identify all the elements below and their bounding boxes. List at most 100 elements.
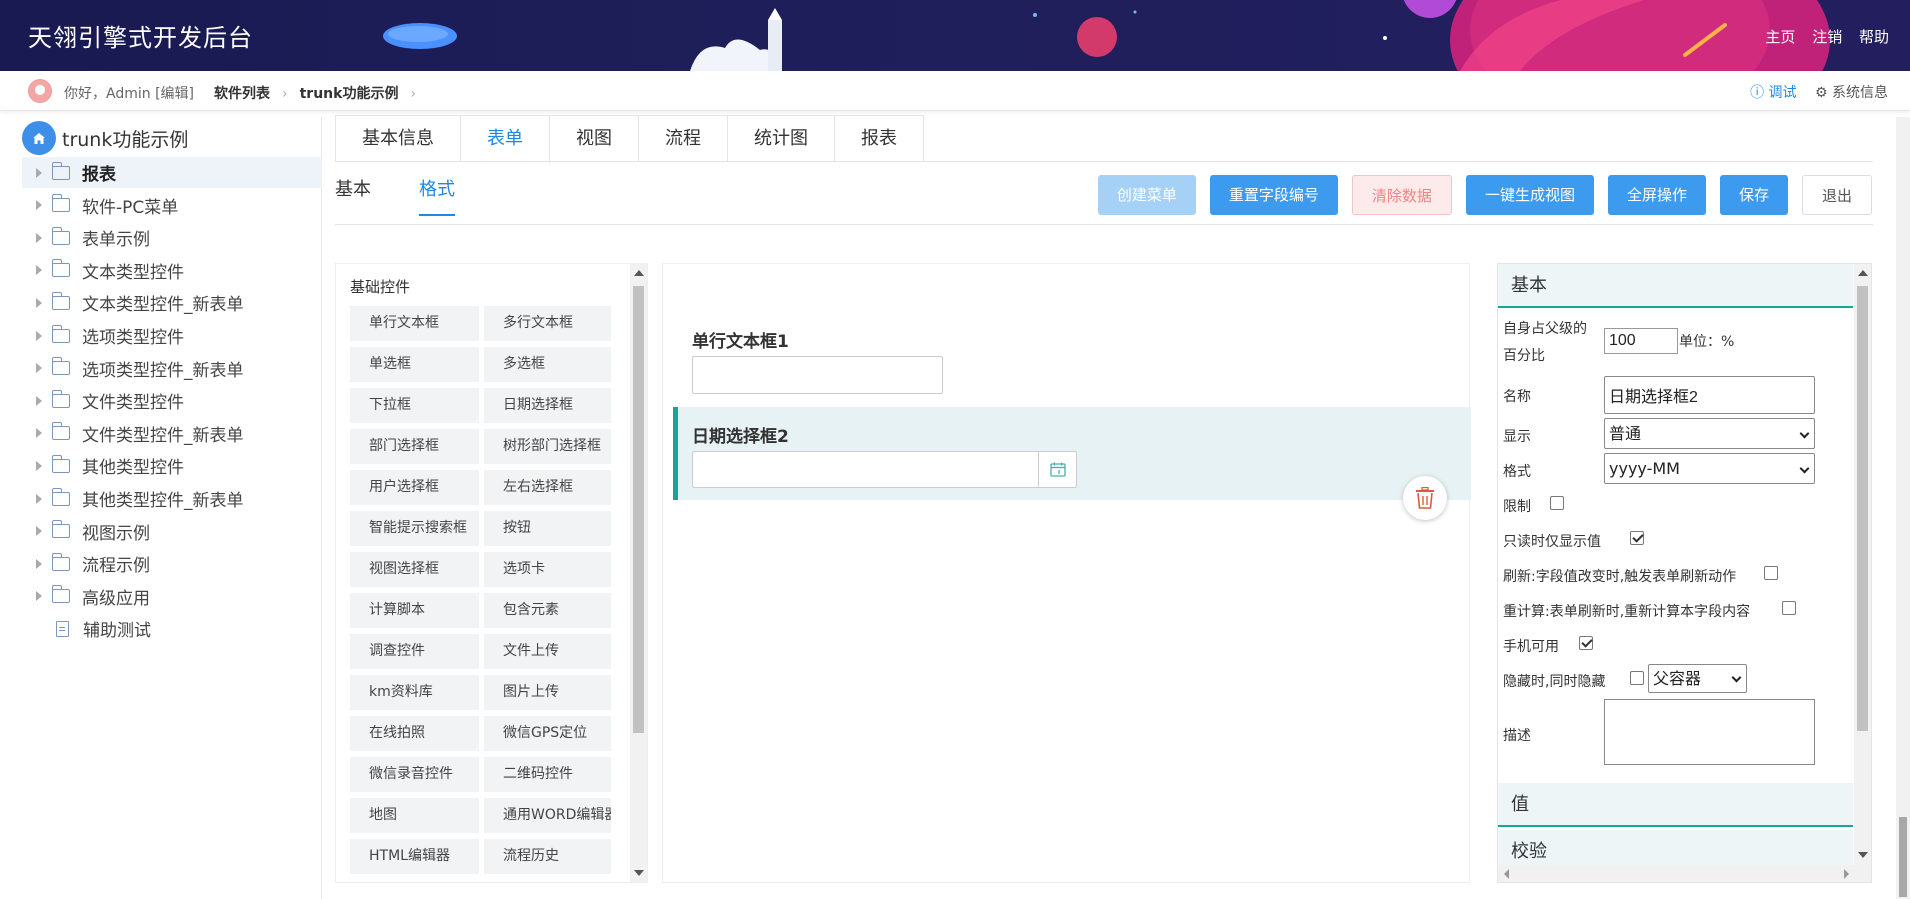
tree-item[interactable]: 流程示例 xyxy=(22,548,322,579)
expand-arrow-icon[interactable] xyxy=(36,493,42,504)
palette-item[interactable]: 视图选择框 xyxy=(350,552,479,587)
tree-item[interactable]: 选项类型控件 xyxy=(22,320,322,351)
readonly-checkbox[interactable] xyxy=(1630,531,1644,545)
subtab-format[interactable]: 格式 xyxy=(419,175,455,216)
palette-item[interactable]: 文件上传 xyxy=(484,634,611,669)
palette-item[interactable]: 微信GPS定位 xyxy=(484,716,611,751)
palette-item[interactable]: 树形部门选择框 xyxy=(484,429,611,464)
home-link[interactable]: 主页 xyxy=(1765,28,1795,46)
tab-flow[interactable]: 流程 xyxy=(639,116,728,162)
breadcrumb-item-trunk[interactable]: trunk功能示例 xyxy=(300,86,399,102)
section-basic[interactable]: 基本 xyxy=(1498,264,1853,308)
page-scrollbar[interactable] xyxy=(1896,117,1910,899)
palette-item[interactable]: 调查控件 xyxy=(350,634,479,669)
palette-item[interactable]: 微信录音控件 xyxy=(350,757,479,792)
palette-item[interactable]: 包含元素 xyxy=(484,593,611,628)
help-link[interactable]: 帮助 xyxy=(1859,28,1889,46)
format-select[interactable]: yyyy-MM xyxy=(1604,453,1815,484)
save-button[interactable]: 保存 xyxy=(1719,175,1788,215)
palette-item[interactable]: 二维码控件 xyxy=(484,757,611,792)
palette-item[interactable]: 智能提示搜索框 xyxy=(350,511,479,546)
avatar[interactable] xyxy=(28,79,52,103)
refresh-checkbox[interactable] xyxy=(1764,566,1778,580)
palette-item[interactable]: 选项卡 xyxy=(484,552,611,587)
generate-view-button[interactable]: 一键生成视图 xyxy=(1465,175,1594,215)
expand-arrow-icon[interactable] xyxy=(36,428,42,439)
expand-arrow-icon[interactable] xyxy=(36,395,42,406)
tree-root[interactable]: trunk功能示例 xyxy=(22,121,188,155)
tab-view[interactable]: 视图 xyxy=(550,116,639,162)
hide-checkbox[interactable] xyxy=(1630,671,1644,685)
system-info-link[interactable]: ⚙ 系统信息 xyxy=(1815,85,1888,101)
expand-arrow-icon[interactable] xyxy=(36,460,42,471)
exit-button[interactable]: 退出 xyxy=(1801,175,1872,215)
tree-item[interactable]: 其他类型控件_新表单 xyxy=(22,483,322,514)
hide-container-select[interactable]: 父容器 xyxy=(1648,664,1747,693)
props-scrollbar[interactable] xyxy=(1854,264,1871,882)
description-textarea[interactable] xyxy=(1604,699,1815,765)
field2-selected[interactable]: 日期选择框2 xyxy=(673,407,1471,500)
breadcrumb-item-software-list[interactable]: 软件列表 xyxy=(214,86,270,102)
palette-item[interactable]: 下拉框 xyxy=(350,388,479,423)
tab-form[interactable]: 表单 xyxy=(461,116,550,163)
props-hscrollbar[interactable] xyxy=(1498,865,1855,882)
date-input[interactable] xyxy=(692,451,1077,488)
section-value[interactable]: 值 xyxy=(1498,783,1853,827)
palette-item[interactable]: 地图 xyxy=(350,798,479,833)
tree-item[interactable]: 报表 xyxy=(22,157,322,188)
tree-item[interactable]: 文本类型控件_新表单 xyxy=(22,287,322,318)
expand-arrow-icon[interactable] xyxy=(36,591,42,602)
palette-item[interactable]: km资料库 xyxy=(350,675,479,710)
tree-item[interactable]: 文件类型控件_新表单 xyxy=(22,418,322,449)
expand-arrow-icon[interactable] xyxy=(36,167,42,178)
palette-item[interactable]: 部门选择框 xyxy=(350,429,479,464)
scroll-right-icon[interactable] xyxy=(1844,869,1849,879)
reset-field-number-button[interactable]: 重置字段编号 xyxy=(1209,175,1338,215)
palette-item[interactable]: 多选框 xyxy=(484,347,611,382)
expand-arrow-icon[interactable] xyxy=(36,200,42,211)
tab-report[interactable]: 报表 xyxy=(835,116,923,162)
palette-item[interactable]: 日期选择框 xyxy=(484,388,611,423)
debug-link[interactable]: ⓘ 调试 xyxy=(1750,85,1796,101)
tab-chart[interactable]: 统计图 xyxy=(728,116,835,162)
palette-item[interactable]: 单选框 xyxy=(350,347,479,382)
scroll-thumb[interactable] xyxy=(1857,286,1868,731)
palette-item[interactable]: 计算脚本 xyxy=(350,593,479,628)
palette-item[interactable]: 流程历史 xyxy=(484,839,611,874)
delete-icon[interactable] xyxy=(1403,476,1447,520)
name-input[interactable] xyxy=(1604,376,1815,414)
palette-item[interactable]: 用户选择框 xyxy=(350,470,479,505)
scroll-up-icon[interactable] xyxy=(1858,270,1868,276)
tree-item[interactable]: 辅助测试 xyxy=(22,613,322,644)
expand-arrow-icon[interactable] xyxy=(36,297,42,308)
tab-basic-info[interactable]: 基本信息 xyxy=(336,116,461,162)
palette-item[interactable]: 多行文本框 xyxy=(484,306,611,341)
tree-item[interactable]: 其他类型控件 xyxy=(22,450,322,481)
user-greeting[interactable]: 你好，Admin [编辑] xyxy=(64,83,194,103)
tree-item[interactable]: 选项类型控件_新表单 xyxy=(22,353,322,384)
scroll-thumb[interactable] xyxy=(633,286,644,733)
logout-link[interactable]: 注销 xyxy=(1812,28,1842,46)
expand-arrow-icon[interactable] xyxy=(36,265,42,276)
expand-arrow-icon[interactable] xyxy=(36,363,42,374)
tree-item[interactable]: 高级应用 xyxy=(22,581,322,612)
palette-item[interactable]: 图片上传 xyxy=(484,675,611,710)
clear-data-button[interactable]: 清除数据 xyxy=(1351,175,1452,215)
display-select[interactable]: 普通 xyxy=(1604,418,1815,449)
field1-input[interactable] xyxy=(692,356,943,394)
expand-arrow-icon[interactable] xyxy=(36,558,42,569)
recalc-checkbox[interactable] xyxy=(1782,601,1796,615)
palette-item[interactable]: 在线拍照 xyxy=(350,716,479,751)
palette-scrollbar[interactable] xyxy=(630,264,647,882)
percent-input[interactable] xyxy=(1604,328,1678,354)
palette-item[interactable]: 左右选择框 xyxy=(484,470,611,505)
tree-item[interactable]: 文本类型控件 xyxy=(22,255,322,286)
palette-item[interactable]: 通用WORD编辑器 xyxy=(484,798,611,833)
tree-item[interactable]: 表单示例 xyxy=(22,222,322,253)
expand-arrow-icon[interactable] xyxy=(36,526,42,537)
page-scroll-thumb[interactable] xyxy=(1899,817,1907,897)
tree-item[interactable]: 视图示例 xyxy=(22,516,322,547)
palette-item[interactable]: 按钮 xyxy=(484,511,611,546)
scroll-down-icon[interactable] xyxy=(634,870,644,876)
scroll-down-icon[interactable] xyxy=(1858,852,1868,858)
